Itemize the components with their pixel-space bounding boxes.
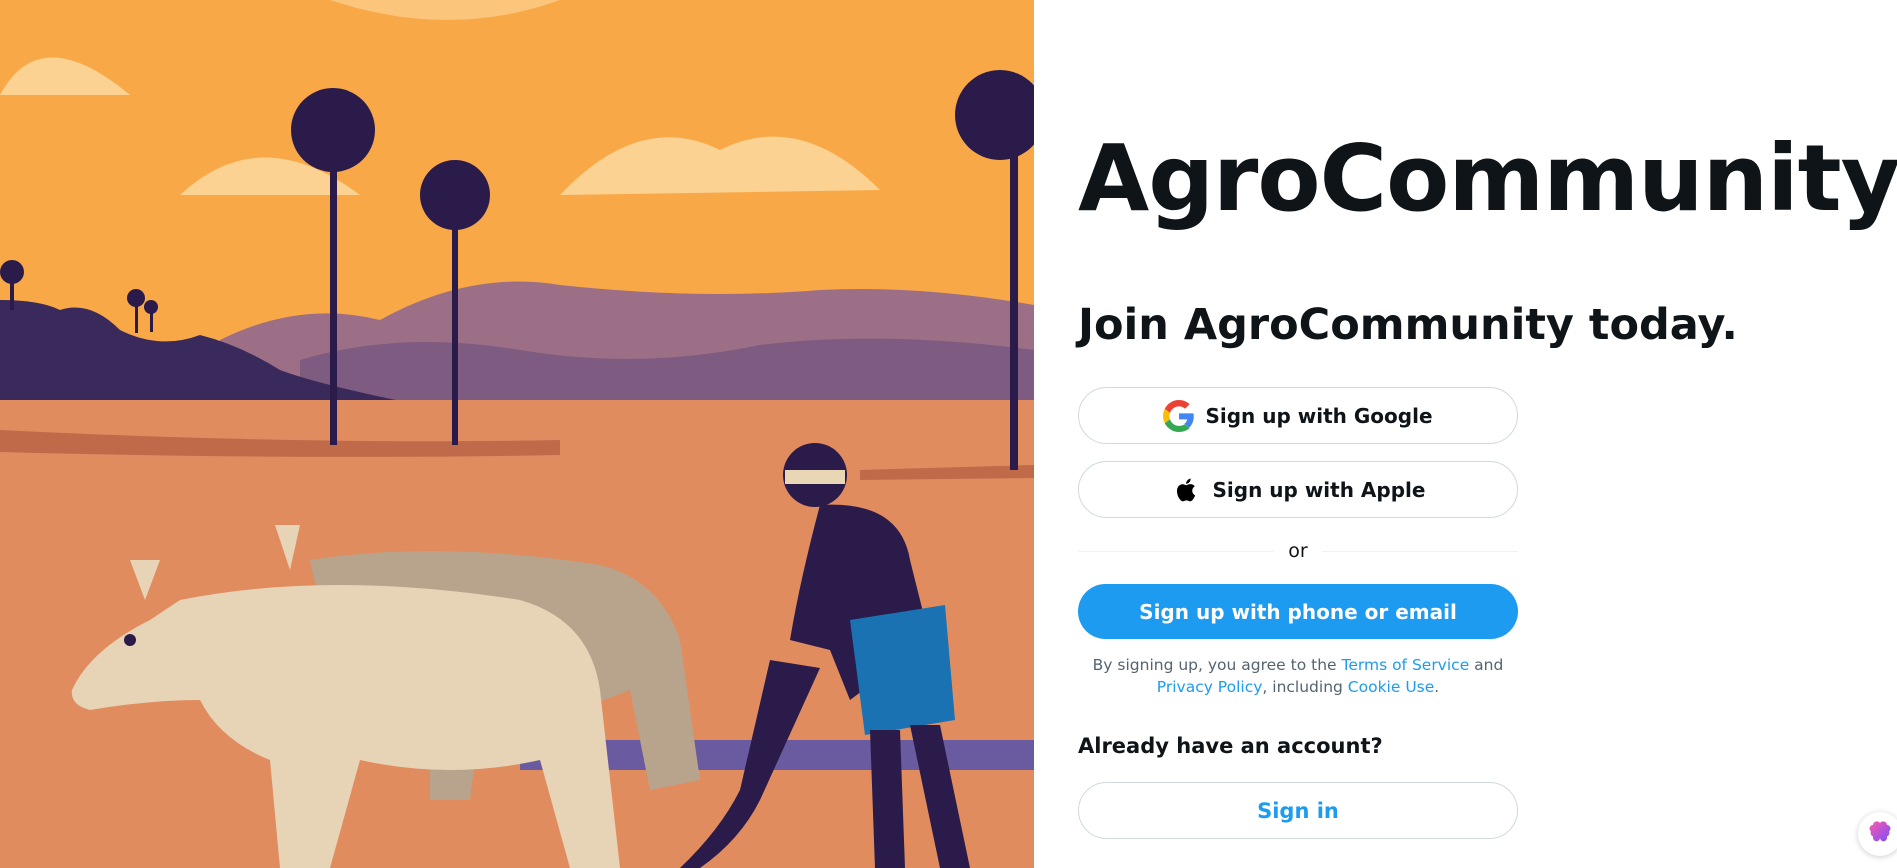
- divider-line-left: [1078, 550, 1275, 552]
- or-divider: or: [1078, 537, 1518, 565]
- divider-line-right: [1321, 550, 1518, 552]
- assistant-widget-button[interactable]: [1858, 812, 1897, 856]
- signin-label: Sign in: [1257, 798, 1339, 823]
- terms-of-service-link[interactable]: Terms of Service: [1342, 656, 1470, 674]
- privacy-policy-link[interactable]: Privacy Policy: [1157, 678, 1263, 696]
- legal-notice: By signing up, you agree to the Terms of…: [1078, 654, 1518, 698]
- google-signup-button[interactable]: Sign up with Google: [1078, 387, 1518, 444]
- legal-suffix: .: [1434, 678, 1440, 696]
- legal-prefix: By signing up, you agree to the: [1092, 656, 1342, 674]
- signup-panel: AgroCommunity Join AgroCommunity today. …: [1078, 0, 1897, 868]
- phone-email-signup-label: Sign up with phone or email: [1139, 599, 1457, 624]
- cookie-use-link[interactable]: Cookie Use: [1348, 678, 1435, 696]
- google-logo-icon: [1163, 399, 1195, 432]
- hero-illustration: [0, 0, 1034, 868]
- brain-icon: [1866, 818, 1894, 850]
- apple-signup-label: Sign up with Apple: [1212, 477, 1426, 502]
- phone-email-signup-button[interactable]: Sign up with phone or email: [1078, 584, 1518, 639]
- apple-logo-icon: [1171, 474, 1203, 506]
- google-signup-label: Sign up with Google: [1205, 403, 1433, 428]
- signin-prompt: Already have an account?: [1078, 734, 1383, 758]
- legal-and: and: [1469, 656, 1504, 674]
- divider-text: or: [1288, 540, 1308, 562]
- legal-including: , including: [1262, 678, 1348, 696]
- apple-signup-button[interactable]: Sign up with Apple: [1078, 461, 1518, 518]
- signin-button[interactable]: Sign in: [1078, 782, 1518, 839]
- brand-title: AgroCommunity: [1078, 125, 1897, 232]
- signup-heading: Join AgroCommunity today.: [1078, 300, 1738, 350]
